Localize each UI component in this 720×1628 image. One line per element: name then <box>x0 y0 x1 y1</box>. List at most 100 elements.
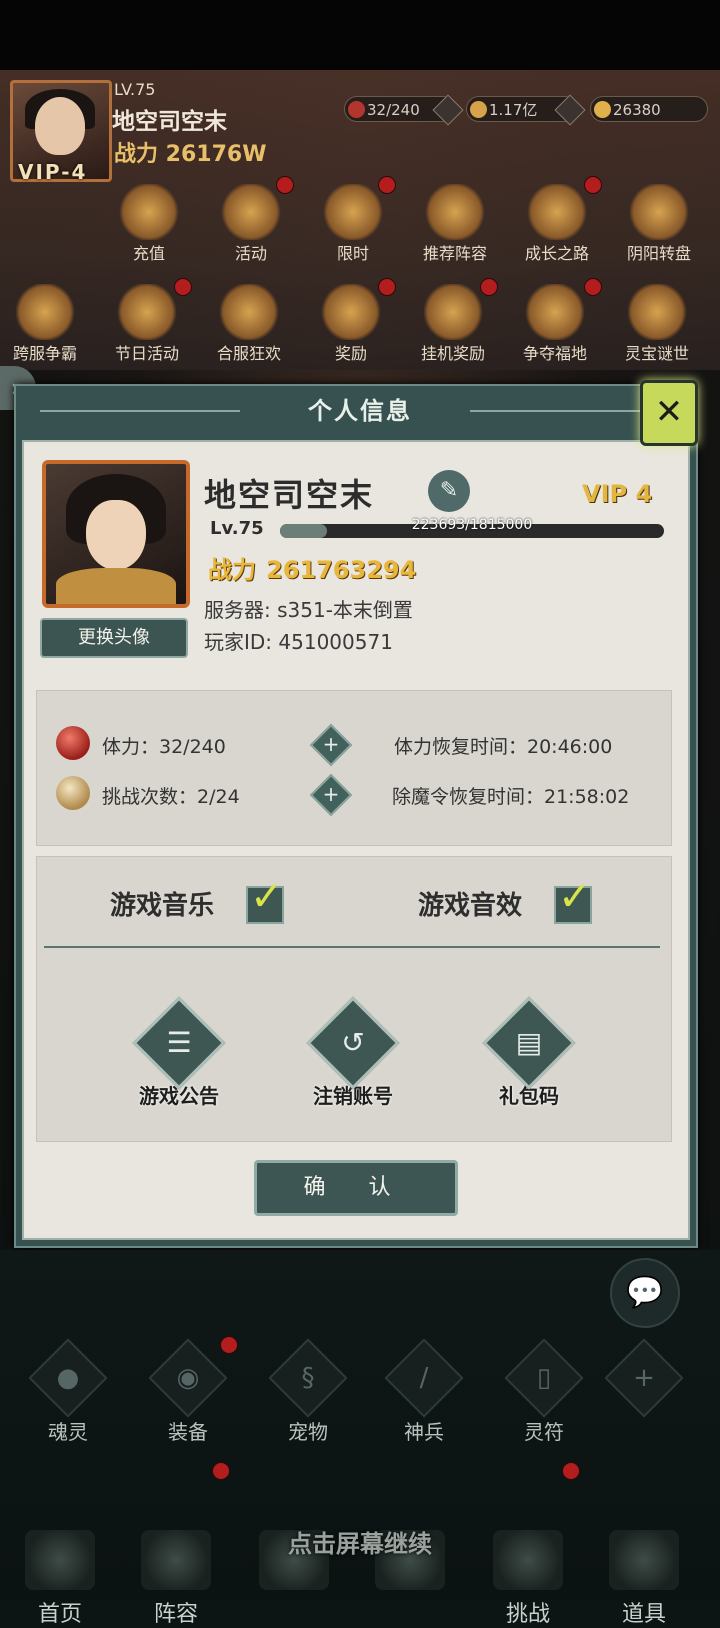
wheel-icon <box>627 184 691 240</box>
plus-icon: + <box>633 1363 655 1393</box>
nav-label: 道具 <box>621 1602 666 1627</box>
feature-label: 成长之路 <box>524 244 589 263</box>
notification-dot <box>276 176 294 194</box>
confirm-button[interactable]: 确 认 <box>254 1160 458 1216</box>
check-icon: ✓ <box>558 874 592 920</box>
power-label: 战力 <box>208 556 256 584</box>
feature-label: 限时 <box>336 244 369 263</box>
hud-vip-badge: VIP-4 <box>18 160 88 184</box>
feature-server-merge[interactable]: 合服狂欢 <box>204 284 294 364</box>
server-info: 服务器: s351-本末倒置 <box>204 598 413 622</box>
coin-icon <box>470 101 487 118</box>
gift-code-icon: ▤ <box>515 1026 543 1059</box>
feature-spirit-treasure[interactable]: 灵宝谜世 <box>612 284 702 364</box>
tap-to-continue[interactable]: 点击屏幕继续 <box>0 1524 720 1559</box>
stamina-orb-icon <box>348 101 365 118</box>
more-button[interactable]: + <box>604 1338 684 1418</box>
sfx-checkbox[interactable]: ✓ <box>554 874 592 924</box>
skill-equipment[interactable]: ◉ 装备 <box>148 1338 228 1445</box>
nav-label: 首页 <box>37 1602 82 1627</box>
announcement-icon: ☰ <box>166 1026 192 1059</box>
feature-contest-land[interactable]: 争夺福地 <box>510 284 600 364</box>
feature-label: 节日活动 <box>114 344 179 363</box>
skill-talisman[interactable]: ▯ 灵符 <box>504 1338 584 1445</box>
crossed-swords-icon <box>13 284 77 340</box>
resource-coin-value: 1.17亿 <box>489 101 538 119</box>
sword-icon: / <box>419 1363 429 1393</box>
notification-dot <box>562 1462 580 1480</box>
logout-icon: ↺ <box>341 1026 365 1059</box>
feature-yinyang-wheel[interactable]: 阴阳转盘 <box>614 184 704 264</box>
feature-label: 推荐阵容 <box>422 244 487 263</box>
resource-stamina-value: 32/240 <box>367 101 420 119</box>
feature-label: 灵宝谜世 <box>624 344 689 363</box>
chest-icon <box>421 284 485 340</box>
resource-stamina: 32/240 <box>344 94 464 126</box>
logout-button[interactable]: ↺ 注销账号 <box>298 996 408 1109</box>
talisman-icon: ▯ <box>536 1363 552 1393</box>
notification-dot <box>174 278 192 296</box>
equipment-icon: ◉ <box>176 1363 200 1393</box>
feature-label: 合服狂欢 <box>216 344 281 363</box>
feature-rewards[interactable]: 奖励 <box>306 284 396 364</box>
notification-dot <box>378 278 396 296</box>
nav-label: 挑战 <box>505 1602 550 1627</box>
treasure-icon <box>625 284 689 340</box>
feature-label: 挂机奖励 <box>420 344 485 363</box>
vip-level: VIP 4 <box>582 480 653 508</box>
skill-soul[interactable]: ● 魂灵 <box>28 1338 108 1445</box>
chat-icon: 💬 <box>626 1275 664 1310</box>
pet-icon: § <box>301 1363 315 1393</box>
feature-recharge[interactable]: 充值 <box>104 184 194 264</box>
hud-level: LV.75 <box>114 80 156 99</box>
feature-festival[interactable]: 节日活动 <box>102 284 192 364</box>
gift-box-icon <box>319 284 383 340</box>
change-avatar-button[interactable]: 更换头像 <box>40 618 188 658</box>
feature-idle-rewards[interactable]: 挂机奖励 <box>408 284 498 364</box>
coin-icon <box>217 284 281 340</box>
gold-ingot-icon <box>594 101 611 118</box>
stats-panel <box>36 690 672 846</box>
player-id: 玩家ID: 451000571 <box>204 630 393 654</box>
notification-dot <box>480 278 498 296</box>
growth-icon <box>525 184 589 240</box>
hud-power: 战力 26176W <box>114 142 267 167</box>
gift-icon <box>115 284 179 340</box>
check-icon: ✓ <box>250 874 284 920</box>
dialog-title: 个人信息 <box>308 397 412 425</box>
soul-icon: ● <box>56 1363 80 1393</box>
nav-label: 阵容 <box>153 1602 198 1627</box>
skill-divine-weapon[interactable]: / 神兵 <box>384 1338 464 1445</box>
gold-ingot-icon <box>117 184 181 240</box>
feature-limited[interactable]: 限时 <box>308 184 398 264</box>
exp-text: 223693/1815000 <box>411 517 533 533</box>
feature-label: 阴阳转盘 <box>626 244 691 263</box>
skill-pet[interactable]: § 宠物 <box>268 1338 348 1445</box>
notification-dot <box>212 1462 230 1480</box>
edit-name-icon[interactable]: ✎ <box>428 470 470 512</box>
settings-divider <box>44 946 660 948</box>
stamina-value: 体力：32/240 <box>102 736 226 758</box>
chat-button[interactable]: 💬 <box>610 1258 680 1328</box>
gift-code-button[interactable]: ▤ 礼包码 <box>474 996 584 1109</box>
feature-cross-server[interactable]: 跨服争霸 <box>0 284 90 364</box>
feature-label: 充值 <box>132 244 165 263</box>
stamina-orb-icon <box>56 726 90 760</box>
feature-activity[interactable]: 活动 <box>206 184 296 264</box>
close-button[interactable]: ✕ <box>640 380 698 446</box>
stamina-recover-time: 体力恢复时间：20:46:00 <box>394 736 613 758</box>
token-recover-time: 除魔令恢复时间：21:58:02 <box>392 786 630 808</box>
feature-growth-path[interactable]: 成长之路 <box>512 184 602 264</box>
skill-label: 宠物 <box>288 1420 328 1444</box>
feature-recommend-lineup[interactable]: 推荐阵容 <box>410 184 500 264</box>
skill-label: 魂灵 <box>48 1420 88 1444</box>
sfx-toggle-label: 游戏音效 <box>418 891 523 921</box>
announcement-button[interactable]: ☰ 游戏公告 <box>124 996 234 1109</box>
notification-dot <box>584 278 602 296</box>
notification-dot <box>584 176 602 194</box>
hud-player-name: 地空司空末 <box>112 109 227 135</box>
music-checkbox[interactable]: ✓ <box>246 874 284 924</box>
activity-icon <box>219 184 283 240</box>
combat-power: 战力 261763294 <box>208 550 416 585</box>
skill-label: 神兵 <box>404 1420 444 1444</box>
